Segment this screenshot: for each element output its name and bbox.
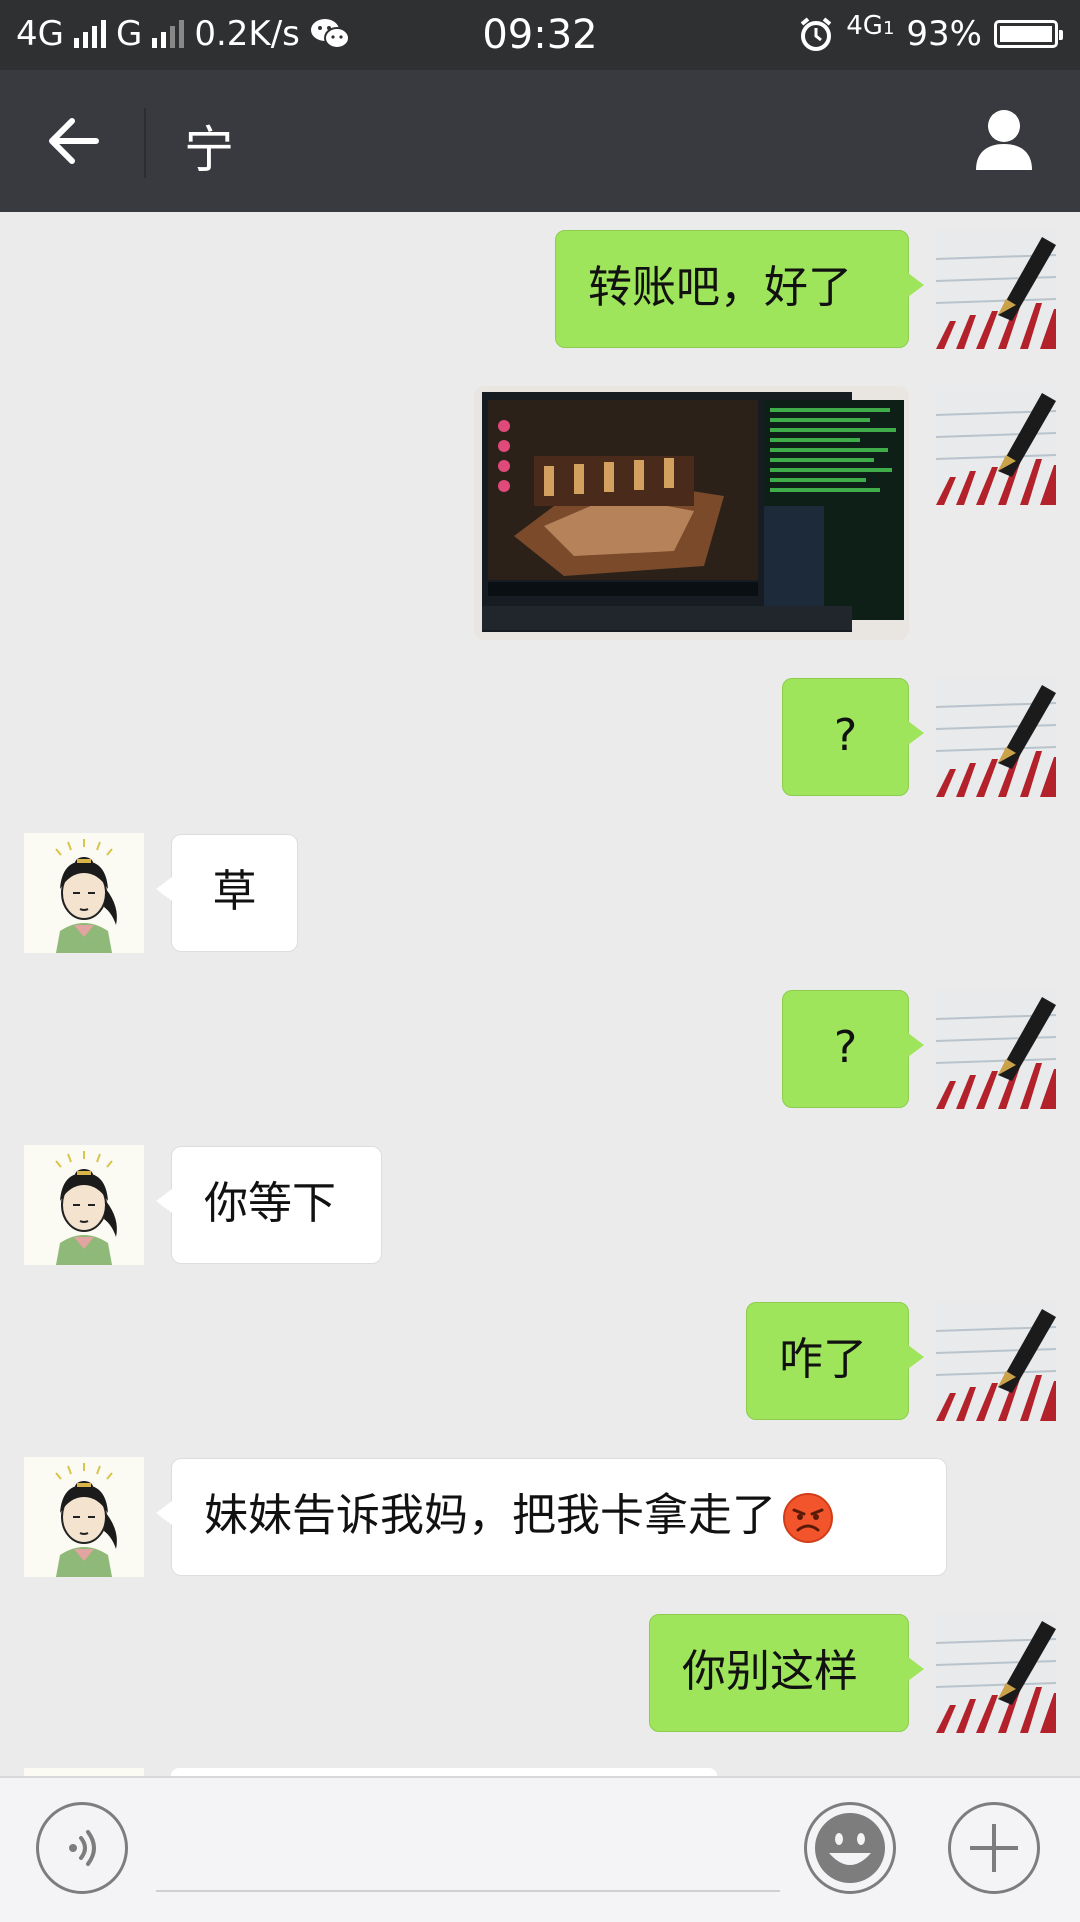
contact-avatar[interactable] bbox=[24, 833, 144, 953]
voice-button[interactable] bbox=[36, 1802, 128, 1894]
emoji-button[interactable] bbox=[804, 1802, 896, 1894]
my-avatar[interactable] bbox=[936, 677, 1056, 797]
message-bubble[interactable]: 转账吧，好了 bbox=[555, 230, 924, 348]
my-avatar[interactable] bbox=[936, 1613, 1056, 1733]
network-label-4g-right: 4G1 bbox=[846, 11, 895, 41]
message-bubble[interactable]: 你别这样 bbox=[649, 1614, 924, 1732]
message-bubble[interactable]: 你等下 bbox=[156, 1146, 382, 1264]
message-bubble[interactable]: 咋了 bbox=[746, 1302, 924, 1420]
back-arrow-icon bbox=[49, 118, 99, 164]
game-screenshot-photo bbox=[474, 386, 909, 640]
contact-avatar[interactable] bbox=[24, 1145, 144, 1265]
battery-icon bbox=[994, 20, 1063, 48]
smiley-icon bbox=[815, 1813, 885, 1883]
alarm-icon bbox=[800, 17, 832, 51]
chat-info-button[interactable] bbox=[964, 100, 1044, 180]
voice-icon bbox=[69, 1830, 96, 1866]
my-avatar[interactable] bbox=[936, 989, 1056, 1109]
my-avatar[interactable] bbox=[936, 229, 1056, 349]
back-button[interactable] bbox=[38, 108, 108, 174]
title-divider bbox=[144, 108, 146, 178]
my-avatar[interactable] bbox=[936, 1301, 1056, 1421]
message-bubble[interactable]: 妹妹告诉我妈，把我卡拿走了 bbox=[156, 1458, 947, 1576]
message-bubble[interactable]: ? bbox=[782, 678, 924, 796]
message-bubble[interactable]: ? bbox=[782, 990, 924, 1108]
message-bubble-partial bbox=[171, 1768, 717, 1776]
plus-icon bbox=[970, 1824, 1018, 1872]
image-message[interactable] bbox=[474, 386, 909, 640]
chat-title: 宁 bbox=[184, 121, 234, 179]
status-bar: 4G G 0.2K/s 09:32 4G1 93% bbox=[0, 0, 1080, 70]
contact-avatar[interactable] bbox=[24, 1457, 144, 1577]
person-icon bbox=[976, 110, 1032, 170]
angry-face-icon bbox=[783, 1493, 833, 1543]
message-bubble[interactable]: 草 bbox=[156, 834, 298, 952]
my-avatar[interactable] bbox=[936, 385, 1056, 505]
input-bar bbox=[0, 1776, 1080, 1922]
message-text: 妹妹告诉我妈，把我卡拿走了 bbox=[204, 1490, 776, 1541]
message-input[interactable] bbox=[156, 1886, 780, 1892]
battery-percent: 93% bbox=[906, 14, 982, 54]
title-bar: 宁 bbox=[0, 70, 1080, 212]
more-button[interactable] bbox=[948, 1802, 1040, 1894]
contact-avatar-partial bbox=[24, 1768, 144, 1776]
